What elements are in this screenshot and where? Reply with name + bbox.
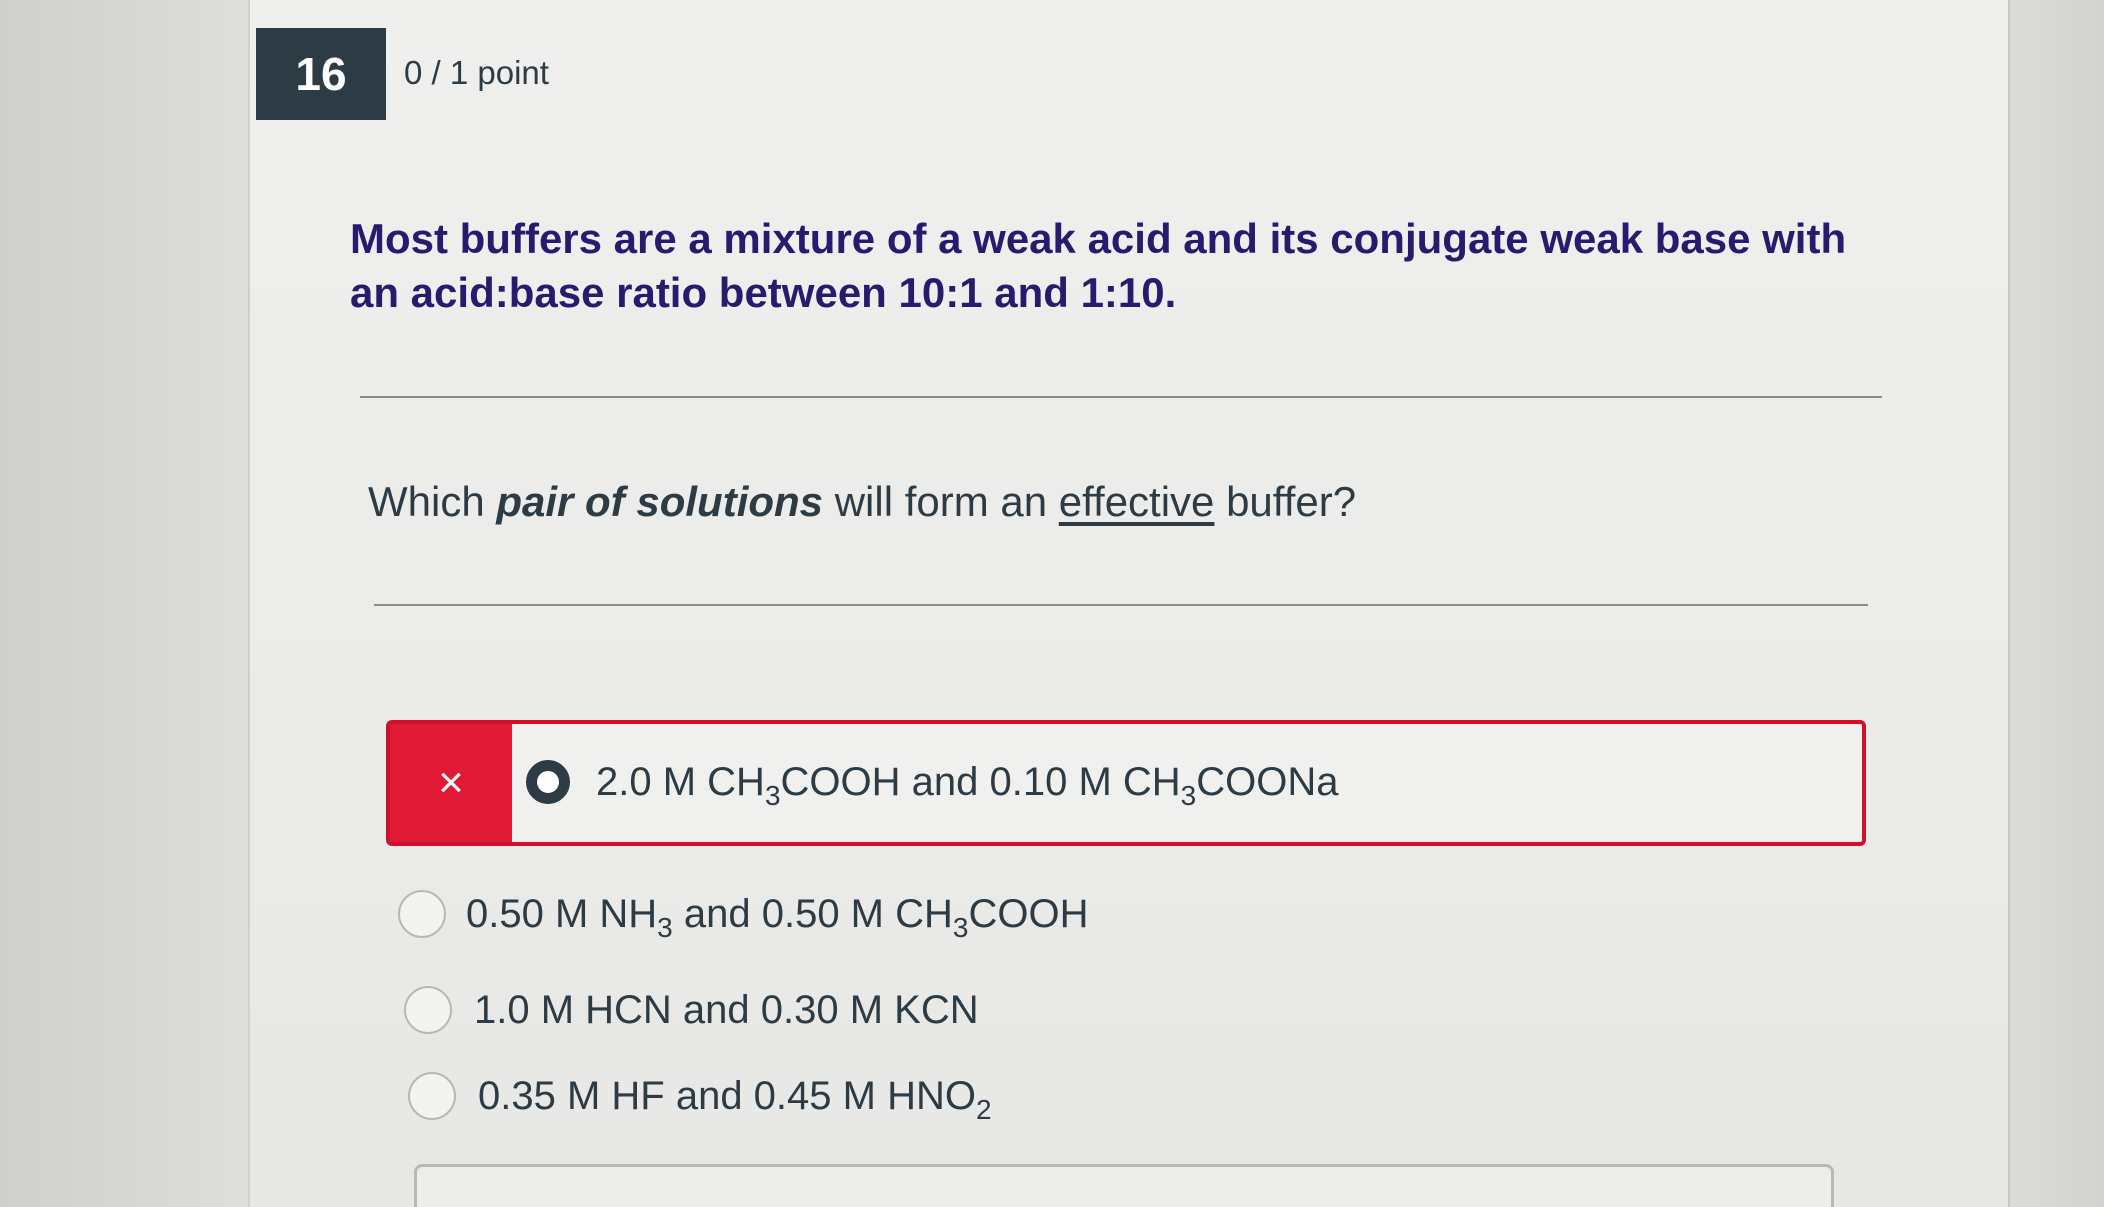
incorrect-icon: ×: [390, 724, 512, 842]
answer-1-text-a: 2.0 M CH: [596, 760, 765, 804]
next-question-box: [414, 1164, 1834, 1207]
answer-2-text-c: COOH: [968, 892, 1089, 936]
left-margin: [0, 0, 248, 1207]
prompt-emphasis: pair of solutions: [496, 478, 824, 525]
answer-1-text-c: COONa: [1196, 760, 1339, 804]
answer-2-text-b: and 0.50 M CH: [672, 892, 953, 936]
answer-4-text: 0.35 M HF and 0.45 M HNO: [478, 1074, 976, 1118]
answer-1-sub-b: 3: [1180, 780, 1197, 811]
answer-2-sub-a: 3: [657, 912, 673, 943]
prompt-text-end: buffer?: [1214, 478, 1357, 525]
answer-1-text-b: COOH and 0.10 M CH: [780, 760, 1181, 804]
prompt-underlined: effective: [1058, 478, 1215, 525]
answer-label-2[interactable]: 0.50 M NH3 and 0.50 M CH3COOH: [466, 892, 1089, 942]
answer-label-3[interactable]: 1.0 M HCN and 0.30 M KCN: [474, 988, 979, 1033]
divider-bottom: [374, 604, 1868, 606]
right-margin: [2008, 0, 2104, 1207]
answer-label-1: 2.0 M CH3COOH and 0.10 M CH3COONa: [596, 760, 1339, 810]
divider-top: [360, 396, 1882, 398]
question-number: 16: [256, 28, 386, 120]
answer-3-text: 1.0 M HCN and 0.30 M KCN: [474, 988, 979, 1032]
answer-4-sub: 2: [975, 1094, 992, 1125]
radio-option-2[interactable]: [398, 890, 446, 938]
prompt-text-start: Which: [368, 478, 497, 525]
question-stem: Most buffers are a mixture of a weak aci…: [350, 215, 1847, 316]
prompt-text-middle: will form an: [823, 478, 1059, 525]
answer-2-sub-b: 3: [952, 912, 969, 943]
radio-option-1[interactable]: [526, 760, 570, 804]
quiz-screen: 16 0 / 1 point Most buffers are a mixtur…: [0, 0, 2104, 1207]
answer-2-text-a: 0.50 M NH: [466, 892, 658, 936]
radio-option-4[interactable]: [408, 1072, 456, 1120]
question-prompt: Which pair of solutions will form an eff…: [368, 478, 1356, 526]
answer-1-sub-a: 3: [764, 780, 781, 811]
points-score: 0 / 1 point: [404, 54, 549, 91]
radio-option-3[interactable]: [404, 986, 452, 1034]
answer-label-4[interactable]: 0.35 M HF and 0.45 M HNO2: [478, 1074, 992, 1124]
